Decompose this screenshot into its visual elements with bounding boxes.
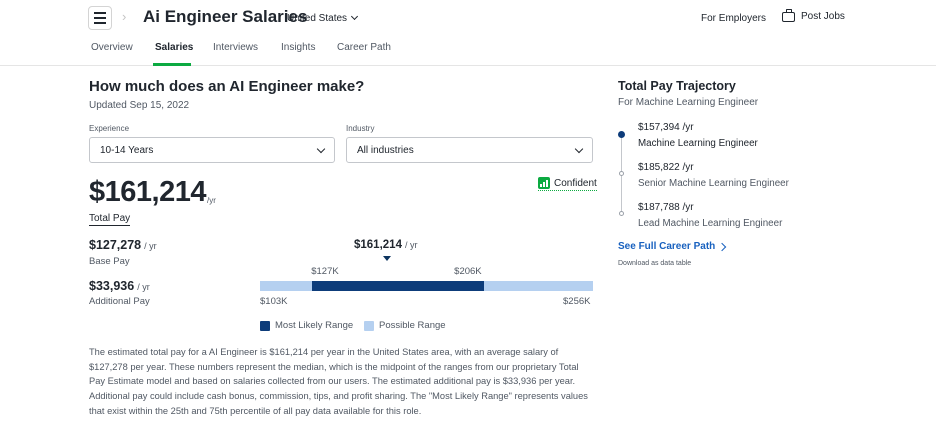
base-pay-amount: $127,278/ yr — [89, 238, 157, 252]
briefcase-icon — [782, 8, 795, 22]
salary-description: The estimated total pay for a AI Enginee… — [89, 347, 588, 416]
trajectory-dot — [619, 211, 624, 216]
hamburger-icon-line — [94, 22, 106, 24]
additional-pay-amount: $33,936/ yr — [89, 279, 150, 293]
trajectory-title: Total Pay Trajectory — [618, 79, 736, 93]
for-employers-link[interactable]: For Employers — [701, 13, 766, 24]
see-full-career-path-label: See Full Career Path — [618, 241, 716, 252]
trajectory-role: Senior Machine Learning Engineer — [638, 178, 789, 189]
tab-bar: Overview Salaries Interviews Insights Ca… — [0, 36, 936, 66]
country-selector-label: United States — [287, 13, 348, 24]
post-jobs-label: Post Jobs — [801, 11, 845, 22]
likely-range-max-label: $206K — [454, 266, 482, 277]
base-pay-label: Base Pay — [89, 256, 130, 267]
likely-range-min-label: $127K — [311, 266, 339, 277]
total-pay-unit: /yr — [207, 196, 216, 205]
trajectory-salary: $157,394 /yr — [638, 122, 694, 133]
base-pay-value: $127,278 — [89, 238, 142, 252]
total-pay-amount: $161,214 — [89, 176, 206, 208]
legend-likely: Most Likely Range — [260, 320, 353, 331]
country-selector[interactable]: United States — [287, 12, 359, 24]
confidence-badge[interactable]: Confident — [538, 177, 597, 191]
experience-select[interactable]: 10-14 Years — [89, 137, 335, 163]
trajectory-salary: $185,822 /yr — [638, 162, 694, 173]
confidence-label: Confident — [554, 177, 597, 189]
median-marker-icon — [382, 256, 391, 261]
possible-range-max-label: $256K — [563, 296, 591, 307]
trajectory-dot-current — [618, 131, 625, 138]
experience-label: Experience — [89, 124, 130, 133]
post-jobs-link[interactable]: Post Jobs — [782, 8, 845, 22]
section-heading: How much does an AI Engineer make? — [89, 78, 365, 95]
tab-career-path[interactable]: Career Path — [337, 42, 391, 53]
experience-select-value: 10-14 Years — [100, 144, 154, 156]
tab-interviews[interactable]: Interviews — [213, 42, 258, 53]
chevron-down-icon — [316, 144, 326, 153]
base-pay-unit: / yr — [144, 241, 157, 251]
trajectory-role: Lead Machine Learning Engineer — [638, 218, 783, 229]
active-tab-indicator — [153, 63, 191, 66]
trajectory-subtitle: For Machine Learning Engineer — [618, 97, 759, 108]
industry-select-value: All industries — [357, 144, 414, 156]
industry-label: Industry — [346, 124, 375, 133]
additional-pay-unit: / yr — [137, 282, 150, 292]
bar-chart-icon — [538, 177, 550, 189]
median-pay-value: $161,214 — [354, 239, 402, 251]
median-pay-unit: / yr — [404, 240, 418, 250]
tab-insights[interactable]: Insights — [281, 42, 315, 53]
chevron-down-icon — [574, 144, 584, 153]
updated-date: Updated Sep 15, 2022 — [89, 100, 190, 111]
tab-salaries[interactable]: Salaries — [155, 42, 193, 53]
additional-pay-value: $33,936 — [89, 279, 135, 293]
trajectory-dot — [619, 171, 624, 176]
legend-label-possible: Possible Range — [379, 320, 446, 331]
likely-range-bar — [312, 281, 485, 291]
chevron-down-icon — [351, 12, 359, 21]
legend-swatch-likely — [260, 320, 270, 331]
download-data-table-link[interactable]: Download as data table — [618, 260, 691, 267]
trajectory-role: Machine Learning Engineer — [638, 138, 758, 149]
chevron-right-icon: › — [122, 9, 127, 24]
total-pay-label[interactable]: Total Pay — [89, 213, 131, 226]
hamburger-icon-line — [94, 17, 106, 19]
hamburger-menu-button[interactable] — [88, 6, 112, 30]
see-full-career-path-link[interactable]: See Full Career Path — [618, 241, 727, 252]
legend-possible: Possible Range — [364, 320, 446, 331]
chevron-right-icon — [718, 242, 727, 251]
trajectory-salary: $187,788 /yr — [638, 202, 694, 213]
median-pay-label: $161,214/ yr — [354, 239, 417, 251]
possible-range-min-label: $103K — [260, 296, 288, 307]
industry-select[interactable]: All industries — [346, 137, 593, 163]
hamburger-icon-line — [94, 12, 106, 14]
legend-label-likely: Most Likely Range — [275, 320, 354, 331]
tab-overview[interactable]: Overview — [91, 42, 133, 53]
page-title: Ai Engineer Salaries — [143, 7, 308, 26]
legend-swatch-possible — [364, 320, 374, 331]
top-header: › Ai Engineer Salaries United States For… — [0, 0, 936, 36]
additional-pay-label: Additional Pay — [89, 296, 150, 307]
